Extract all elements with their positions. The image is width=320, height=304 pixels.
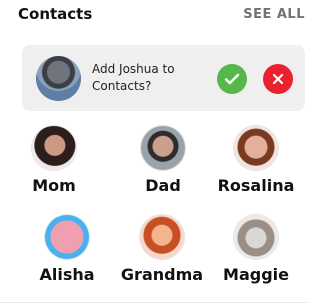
avatar bbox=[32, 126, 76, 170]
contact-name: Rosalina bbox=[217, 176, 295, 195]
contact-name: Dad bbox=[145, 176, 181, 195]
contact-name: Alisha bbox=[39, 265, 95, 284]
check-icon bbox=[224, 73, 240, 85]
accept-suggestion-button[interactable] bbox=[217, 64, 247, 94]
contact-dad[interactable]: Dad bbox=[118, 126, 208, 206]
avatar bbox=[234, 215, 278, 259]
contact-grandma[interactable]: Grandma bbox=[117, 215, 207, 295]
suggestion-text: Add Joshua to Contacts? bbox=[92, 62, 175, 93]
contact-name: Maggie bbox=[223, 265, 289, 284]
contact-maggie[interactable]: Maggie bbox=[211, 215, 301, 295]
contact-name: Grandma bbox=[120, 265, 204, 284]
see-all-link[interactable]: SEE ALL bbox=[243, 7, 305, 22]
avatar bbox=[45, 215, 89, 259]
decline-suggestion-button[interactable] bbox=[263, 64, 293, 94]
contact-rosalina[interactable]: Rosalina bbox=[211, 126, 301, 206]
close-icon bbox=[272, 73, 284, 85]
section-divider bbox=[0, 302, 307, 303]
avatar bbox=[234, 126, 278, 170]
contacts-header: Contacts SEE ALL bbox=[0, 0, 307, 32]
contact-alisha[interactable]: Alisha bbox=[22, 215, 112, 295]
avatar bbox=[141, 126, 185, 170]
avatar bbox=[140, 215, 184, 259]
suggested-contact-avatar bbox=[36, 56, 81, 101]
add-contact-suggestion-card: Add Joshua to Contacts? bbox=[22, 45, 305, 111]
contacts-title: Contacts bbox=[18, 5, 93, 23]
contact-name: Mom bbox=[32, 176, 76, 195]
contact-mom[interactable]: Mom bbox=[9, 126, 99, 206]
